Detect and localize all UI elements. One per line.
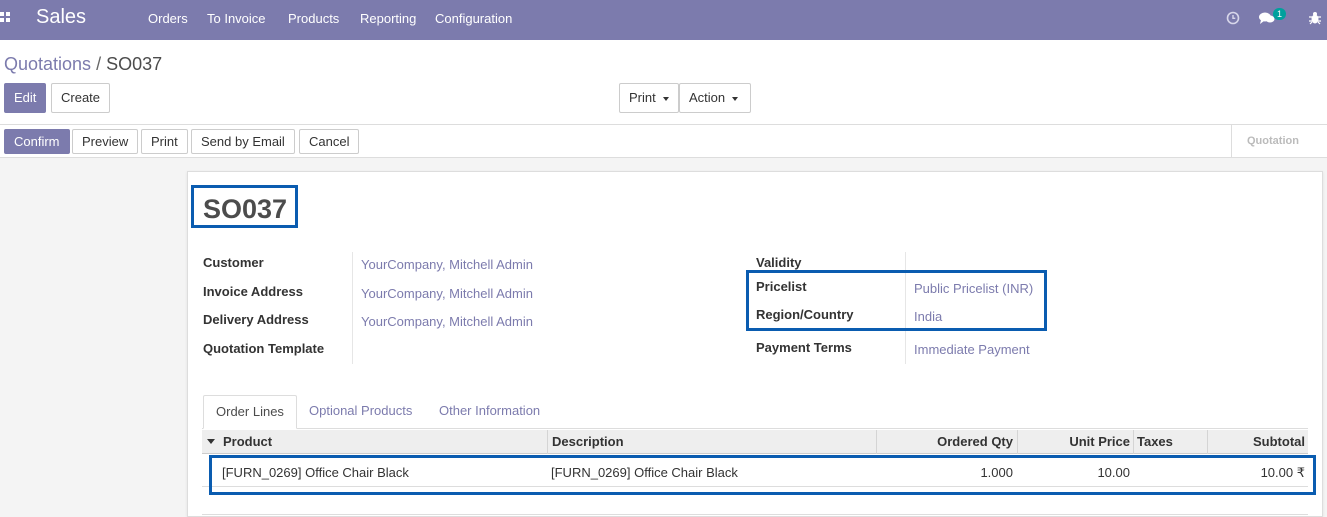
send-by-email-button[interactable]: Send by Email [191,129,295,154]
breadcrumb-separator: / [96,54,107,74]
app-name[interactable]: Sales [36,6,86,29]
apps-grid-icon[interactable] [0,12,12,26]
invoice-address-field[interactable]: YourCompany, Mitchell Admin [361,286,533,301]
column-taxes[interactable]: Taxes [1137,430,1173,454]
menu-configuration[interactable]: Configuration [435,11,512,26]
payment-terms-field[interactable]: Immediate Payment [914,342,1030,357]
menu-orders[interactable]: Orders [148,11,188,26]
action-dropdown-label: Action [689,90,726,105]
highlight-order-line [209,455,1316,495]
column-separator [547,430,548,454]
menu-to-invoice[interactable]: To Invoice [207,11,266,26]
column-separator [1133,430,1134,454]
tab-optional-products[interactable]: Optional Products [297,395,424,429]
menu-products[interactable]: Products [288,11,339,26]
tab-other-information[interactable]: Other Information [427,395,552,429]
invoice-address-label: Invoice Address [203,284,303,299]
edit-button[interactable]: Edit [4,83,47,113]
column-separator [1017,430,1018,454]
column-description[interactable]: Description [552,430,624,454]
column-subtotal[interactable]: Subtotal [1210,430,1305,454]
breadcrumb-quotations[interactable]: Quotations [4,54,91,74]
print-dropdown[interactable]: Print [619,83,679,113]
preview-button[interactable]: Preview [72,129,139,154]
customer-field[interactable]: YourCompany, Mitchell Admin [361,257,533,272]
chat-badge: 1 [1273,8,1287,20]
tab-order-lines[interactable]: Order Lines [203,395,297,429]
delivery-address-label: Delivery Address [203,312,309,327]
table-footer-line [202,514,1308,515]
print-dropdown-label: Print [629,90,656,105]
menu-reporting[interactable]: Reporting [360,11,416,26]
stage-quotation[interactable]: Quotation [1231,125,1327,157]
delivery-address-field[interactable]: YourCompany, Mitchell Admin [361,314,533,329]
validity-label: Validity [756,255,802,270]
column-ordered-qty[interactable]: Ordered Qty [880,430,1013,454]
breadcrumb-current: SO037 [106,54,163,74]
breadcrumb: Quotations / SO037 [4,54,162,75]
quotation-template-label: Quotation Template [203,341,325,356]
top-navbar: Sales Orders To Invoice Products Reporti… [0,0,1327,40]
column-separator [1207,430,1208,454]
customer-label: Customer [203,255,264,270]
payment-terms-label: Payment Terms [756,340,852,355]
column-separator [876,430,877,454]
sort-caret-icon[interactable] [207,439,215,444]
print-button[interactable]: Print [141,129,188,154]
action-dropdown[interactable]: Action [679,83,751,113]
confirm-button[interactable]: Confirm [4,129,70,154]
left-group-divider [352,252,353,364]
caret-down-icon [662,96,669,101]
highlight-order-name [191,185,298,228]
caret-down-icon [732,96,739,101]
highlight-pricelist-region [746,270,1047,331]
column-product[interactable]: Product [223,430,272,454]
bug-icon[interactable] [1309,11,1321,25]
column-unit-price[interactable]: Unit Price [1020,430,1130,454]
create-button[interactable]: Create [51,83,111,113]
cancel-button[interactable]: Cancel [299,129,360,154]
clock-icon[interactable] [1226,11,1240,25]
